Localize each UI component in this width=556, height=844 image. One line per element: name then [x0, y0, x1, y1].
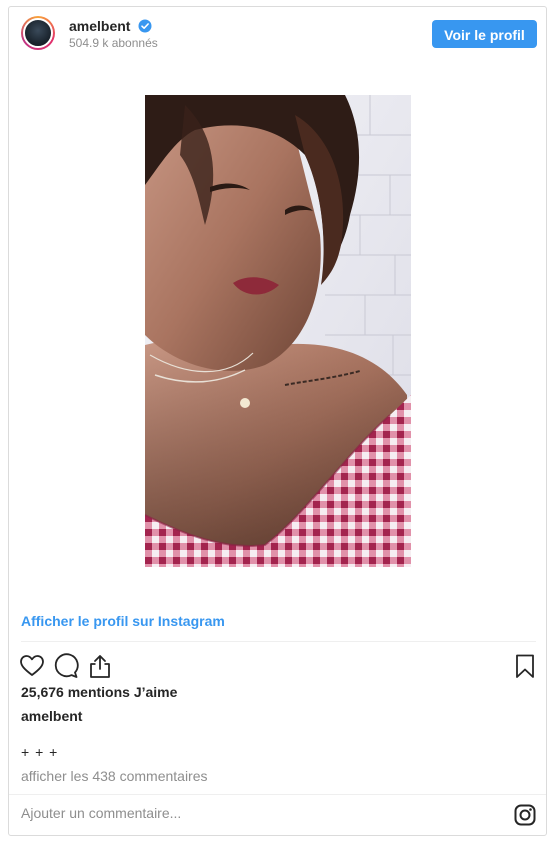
divider — [21, 641, 536, 642]
post-header: amelbent 504.9 k abonnés Voir le profil — [9, 7, 546, 65]
comment-bar: Ajouter un commentaire... — [9, 794, 546, 836]
verified-badge-icon — [138, 19, 152, 33]
view-comments-link[interactable]: afficher les 438 commentaires — [21, 768, 208, 784]
heart-icon[interactable] — [19, 653, 45, 679]
like-count[interactable]: 25,676 mentions J’aime — [21, 684, 177, 700]
follower-count: 504.9 k abonnés — [69, 36, 158, 50]
post-image-illustration — [145, 95, 411, 567]
instagram-embed-card: amelbent 504.9 k abonnés Voir le profil — [8, 6, 547, 836]
avatar-image — [23, 18, 53, 48]
username[interactable]: amelbent — [69, 18, 130, 34]
post-owner-username[interactable]: amelbent — [21, 708, 82, 724]
bookmark-icon[interactable] — [512, 653, 538, 679]
view-profile-on-instagram-link[interactable]: Afficher le profil sur Instagram — [21, 613, 225, 629]
add-comment-input[interactable]: Ajouter un commentaire... — [21, 805, 181, 821]
avatar[interactable] — [21, 16, 55, 50]
post-caption: + + + — [21, 744, 59, 760]
share-icon[interactable] — [87, 653, 113, 679]
view-profile-button[interactable]: Voir le profil — [432, 20, 537, 48]
post-image[interactable] — [145, 95, 411, 567]
post-actions — [19, 653, 538, 681]
instagram-icon[interactable] — [514, 804, 536, 826]
comment-bubble-icon[interactable] — [53, 653, 79, 679]
